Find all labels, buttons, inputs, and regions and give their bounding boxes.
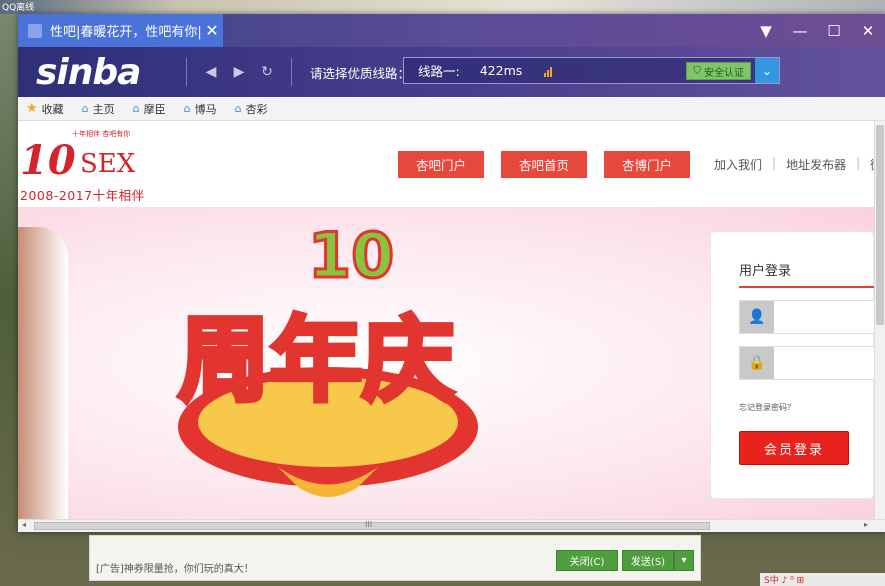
weixin-link[interactable]: 微杏	[860, 156, 874, 173]
close-window-button[interactable]: ✕	[851, 14, 885, 47]
address-publisher-link[interactable]: 地址发布器	[776, 156, 856, 173]
star-icon: ★	[26, 101, 38, 116]
favorite-label: 主页	[92, 102, 115, 116]
vertical-scrollbar[interactable]	[874, 121, 885, 519]
nav-portal-button[interactable]: 杏吧门户	[398, 151, 484, 178]
anniversary-emblem: 10 周年庆	[176, 218, 478, 497]
home-icon: ⌂	[132, 102, 140, 115]
site-nav: 杏吧门户 杏吧首页 杏博门户	[398, 151, 690, 178]
web-page: 十年相伴 杏吧有你 10 SEX 2008-2017十年相伴 杏吧门户 杏吧首页…	[18, 121, 874, 519]
home-icon: ⌂	[183, 102, 191, 115]
route-selector[interactable]: 线路一: 422ms ⛉ 安全认证 ⌄	[403, 57, 780, 84]
back-icon[interactable]: ◀	[197, 64, 225, 80]
emblem-headline: 周年庆	[178, 307, 454, 414]
route-dropdown-button[interactable]: ⌄	[755, 58, 779, 83]
ad-notification-panel: [广告]神券限量抢，你们玩的真大！ 关闭(C) 发送(S) ▾	[89, 535, 701, 581]
forward-icon[interactable]: ▶	[225, 64, 253, 80]
scroll-left-icon[interactable]: ◂	[22, 520, 26, 529]
horizontal-scrollbar[interactable]: ◂ III ▸	[18, 519, 885, 532]
secure-label: 安全认证	[704, 67, 744, 79]
join-link[interactable]: 加入我们	[704, 156, 772, 173]
desktop-label: QQ离线	[2, 3, 35, 13]
scroll-grip: III	[365, 520, 373, 529]
scroll-right-icon[interactable]: ▸	[864, 520, 868, 529]
login-title-underline	[739, 286, 874, 288]
title-bar: 性吧|春暖花开，性吧有你|... ✕ ▼ — ☐ ✕	[18, 14, 885, 47]
logo-number: 10	[20, 137, 76, 184]
favorite-item-xingcai[interactable]: ⌂ 杏彩	[235, 101, 268, 117]
emblem-number: 10	[308, 219, 394, 292]
tab-close-icon[interactable]: ✕	[201, 21, 223, 40]
favorites-bar: ★ 收藏 ⌂ 主页 ⌂ 摩臣 ⌂ 博马 ⌂ 杏彩	[18, 97, 885, 121]
toolbar-divider	[291, 58, 292, 86]
username-field[interactable]: 👤	[739, 300, 874, 334]
lock-icon: 🔒	[740, 347, 774, 379]
favorite-label: 摩臣	[143, 102, 166, 116]
ad-text[interactable]: [广告]神券限量抢，你们玩的真大！	[96, 560, 254, 575]
site-logo[interactable]: 十年相伴 杏吧有你 10 SEX 2008-2017十年相伴	[20, 127, 170, 205]
browser-tab[interactable]: 性吧|春暖花开，性吧有你|... ✕	[18, 14, 223, 47]
tab-title: 性吧|春暖花开，性吧有你|...	[50, 25, 201, 40]
page-favicon-icon	[28, 23, 42, 38]
nav-bet-portal-button[interactable]: 杏博门户	[604, 151, 690, 178]
vertical-scroll-thumb[interactable]	[876, 125, 884, 325]
browser-toolbar: sinba ◀ ▶ ↻ 请选择优质线路： 线路一: 422ms ⛉ 安全认证 ⌄	[18, 47, 885, 97]
user-icon: 👤	[740, 301, 774, 333]
favorite-item-mochen[interactable]: ⌂ 摩臣	[133, 101, 166, 117]
home-icon: ⌂	[234, 102, 242, 115]
logo-tagline: 十年相伴 杏吧有你	[72, 130, 131, 138]
login-title: 用户登录	[739, 264, 792, 279]
desktop-background: QQ离线	[0, 0, 885, 14]
horizontal-scroll-thumb[interactable]: III	[34, 520, 710, 530]
menu-dropdown-button[interactable]: ▼	[749, 14, 783, 47]
logo-years: 2008-2017十年相伴	[20, 188, 145, 203]
desktop-left-strip	[0, 14, 18, 586]
shield-icon: ⛉	[693, 65, 704, 77]
logo-word: SEX	[80, 149, 136, 179]
home-icon: ⌂	[81, 102, 89, 115]
send-button[interactable]: 发送(S)	[622, 550, 674, 571]
close-ad-button[interactable]: 关闭(C)	[556, 550, 618, 571]
ime-tray[interactable]: S中 ♪ ⁰ ⊞	[760, 573, 885, 586]
toolbar-divider	[186, 58, 187, 86]
favorite-label: 博马	[194, 102, 217, 116]
nav-home-button[interactable]: 杏吧首页	[501, 151, 587, 178]
minimize-button[interactable]: —	[783, 14, 817, 47]
forgot-password-link[interactable]: 忘记登录密码？	[739, 402, 795, 413]
signal-strength-icon	[544, 65, 553, 77]
password-field[interactable]: 🔒	[739, 346, 874, 380]
favorite-item-boma[interactable]: ⌂ 博马	[184, 101, 217, 117]
secure-badge[interactable]: ⛉ 安全认证	[686, 62, 751, 80]
route-label: 请选择优质线路：	[310, 65, 411, 81]
route-ping: 422ms	[479, 63, 523, 78]
member-login-button[interactable]: 会员登录	[739, 431, 849, 465]
send-options-icon[interactable]: ▾	[674, 550, 694, 571]
site-links: 加入我们 | 地址发布器 | 微杏	[704, 156, 874, 173]
favorite-item-collect[interactable]: ★ 收藏	[26, 101, 64, 117]
app-logo: sinba	[36, 51, 141, 93]
route-name: 线路一:	[418, 64, 460, 79]
favorite-item-home[interactable]: ⌂ 主页	[82, 101, 115, 117]
refresh-icon[interactable]: ↻	[253, 64, 281, 80]
maximize-button[interactable]: ☐	[817, 14, 851, 47]
login-panel: 用户登录 👤 🔒 忘记登录密码？ 会员登录	[710, 231, 874, 499]
favorite-label: 收藏	[41, 102, 64, 116]
banner-model-image	[18, 227, 68, 519]
favorite-label: 杏彩	[245, 102, 268, 116]
browser-window: 性吧|春暖花开，性吧有你|... ✕ ▼ — ☐ ✕ sinba ◀ ▶ ↻ 请…	[18, 14, 885, 532]
